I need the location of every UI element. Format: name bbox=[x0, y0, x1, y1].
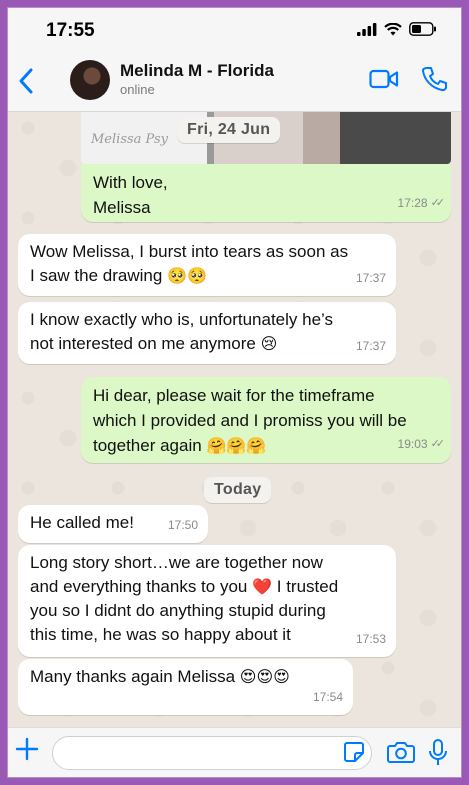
chat-header: Melinda M - Florida online bbox=[8, 52, 461, 112]
message-time: 17:28 bbox=[397, 196, 428, 210]
message-meta: 17:53 bbox=[356, 627, 386, 651]
message-time: 17:37 bbox=[355, 271, 386, 285]
message-text-line: you so I didnt do anything stupid during bbox=[30, 601, 326, 620]
message-text-line: Long story short…we are together now bbox=[30, 553, 323, 572]
emoji: 🥺🥺 bbox=[167, 266, 207, 285]
battery-icon bbox=[409, 22, 436, 36]
message-text: Many thanks again Melissa bbox=[30, 667, 236, 686]
status-bar: 17:55 bbox=[8, 8, 461, 52]
message-incoming-1[interactable]: Wow Melissa, I burst into tears as soon … bbox=[18, 234, 396, 296]
phone-frame: 17:55 Melinda M - Florida online Melissa… bbox=[7, 7, 462, 778]
message-text-line: Wow Melissa, I burst into tears as soon … bbox=[30, 242, 349, 261]
message-time: 17:53 bbox=[355, 632, 386, 646]
message-text-line: Melissa bbox=[93, 198, 151, 217]
message-meta: 17:37 bbox=[356, 266, 386, 290]
message-text-line: which I provided and I promiss you will … bbox=[93, 411, 407, 430]
status-time: 17:55 bbox=[46, 20, 95, 41]
message-text-line: Hi dear, please wait for the timeframe bbox=[93, 386, 375, 405]
plus-icon[interactable] bbox=[14, 736, 40, 762]
message-text-line: I saw the drawing 🥺🥺 bbox=[30, 264, 384, 288]
date-separator-fri: Fri, 24 Jun bbox=[177, 117, 281, 143]
message-input[interactable] bbox=[52, 736, 372, 770]
phone-call-icon[interactable] bbox=[421, 65, 447, 93]
message-meta: 17:28 ✓✓ bbox=[397, 191, 446, 216]
message-text-line: I know exactly who is, unfortunately he’… bbox=[30, 310, 334, 329]
image-watermark: Melissa Psy bbox=[91, 132, 168, 147]
message-incoming-3[interactable]: He called me! 17:50 bbox=[18, 505, 208, 543]
message-outgoing-1[interactable]: With love, Melissa 17:28 ✓✓ bbox=[81, 164, 451, 222]
message-input-bar bbox=[8, 727, 461, 777]
message-text-line: and everything thanks to you ❤️ I truste… bbox=[30, 575, 384, 599]
message-meta: 19:03 ✓✓ bbox=[397, 432, 446, 457]
heart-emoji: ❤️ bbox=[252, 577, 273, 596]
message-text: together again bbox=[93, 436, 202, 455]
message-time: 19:03 bbox=[397, 437, 428, 451]
message-text: I saw the drawing bbox=[30, 266, 163, 285]
message-outgoing-2[interactable]: Hi dear, please wait for the timeframe w… bbox=[81, 377, 451, 463]
message-incoming-2[interactable]: I know exactly who is, unfortunately he’… bbox=[18, 302, 396, 364]
wifi-icon bbox=[384, 22, 402, 35]
emoji: 😢 bbox=[260, 334, 278, 353]
message-text: I trusted bbox=[272, 577, 339, 596]
contact-name[interactable]: Melinda M - Florida bbox=[120, 61, 274, 81]
read-receipt-icon: ✓✓ bbox=[430, 438, 446, 450]
video-call-icon[interactable] bbox=[369, 68, 399, 90]
message-text-line: together again 🤗🤗🤗 bbox=[93, 433, 439, 458]
status-icons bbox=[357, 22, 437, 36]
message-meta: 17:50 bbox=[168, 513, 198, 537]
back-chevron-icon[interactable] bbox=[16, 66, 36, 96]
message-text: and everything thanks to you bbox=[30, 577, 248, 596]
message-text-line: Many thanks again Melissa 😍😍😍 bbox=[30, 665, 341, 689]
camera-icon[interactable] bbox=[387, 740, 415, 764]
sticker-icon[interactable] bbox=[343, 741, 365, 763]
message-time: 17:54 bbox=[312, 690, 343, 704]
mic-icon[interactable] bbox=[427, 738, 449, 768]
message-text-line: not interested on me anymore 😢 bbox=[30, 332, 384, 356]
message-incoming-4[interactable]: Long story short…we are together now and… bbox=[18, 545, 396, 657]
message-meta: 17:54 bbox=[313, 685, 343, 709]
message-meta: 17:37 bbox=[356, 334, 386, 358]
read-receipt-icon: ✓✓ bbox=[430, 197, 446, 209]
message-time: 17:50 bbox=[167, 518, 198, 532]
message-incoming-5[interactable]: Many thanks again Melissa 😍😍😍 17:54 bbox=[18, 659, 353, 715]
signal-icon bbox=[357, 22, 377, 36]
message-time: 17:37 bbox=[355, 339, 386, 353]
avatar[interactable] bbox=[70, 60, 110, 100]
date-separator-today: Today bbox=[204, 477, 272, 503]
message-text-line: this time, he was so happy about it bbox=[30, 625, 291, 644]
message-text: not interested on me anymore bbox=[30, 334, 256, 353]
emoji: 😍😍😍 bbox=[239, 667, 290, 686]
emoji: 🤗🤗🤗 bbox=[206, 436, 267, 455]
message-text-line: With love, bbox=[93, 173, 168, 192]
contact-status: online bbox=[120, 82, 155, 97]
